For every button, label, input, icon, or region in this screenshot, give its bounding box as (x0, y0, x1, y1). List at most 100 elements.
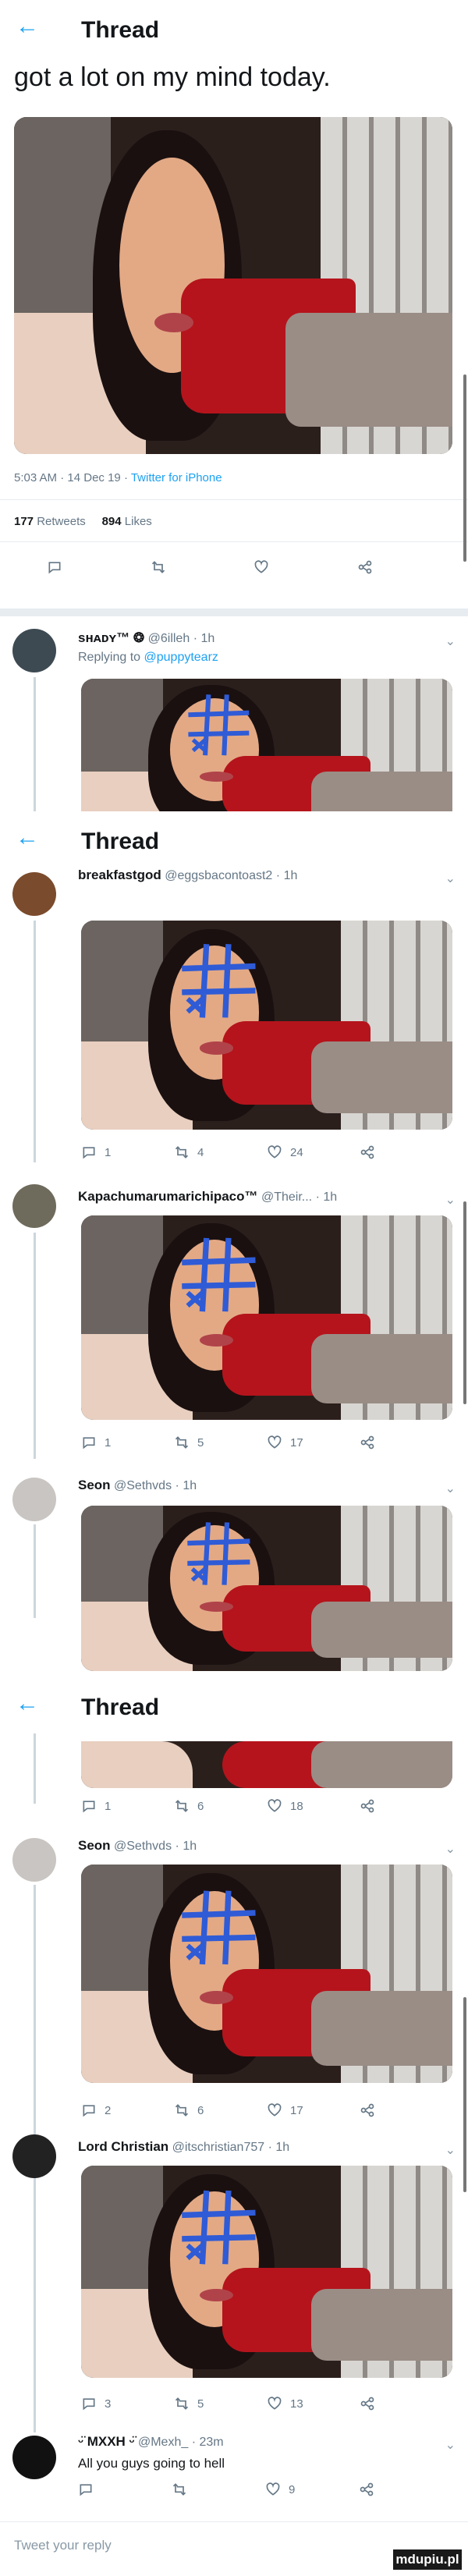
author-name[interactable]: Seon (78, 1838, 111, 1853)
retweet-icon (175, 1146, 189, 1158)
like-button[interactable]: 13 (267, 2390, 360, 2417)
thread-header: ← Thread (0, 811, 468, 868)
likes-count[interactable]: 894 (102, 515, 122, 528)
retweets-label[interactable]: Retweets (37, 515, 86, 528)
retweet-button[interactable]: 5 (174, 1429, 267, 1456)
retweet-button[interactable]: 6 (174, 2097, 267, 2124)
author-name[interactable]: Lord Christian (78, 2139, 168, 2154)
reply-icon (48, 562, 61, 574)
chevron-down-icon[interactable]: ⌄ (445, 2142, 456, 2158)
avatar[interactable] (12, 1184, 56, 1228)
avatar[interactable] (12, 2436, 56, 2479)
reply-button[interactable]: 1 (81, 1139, 174, 1166)
reply-button[interactable] (47, 554, 151, 580)
retweet-count: 5 (197, 2397, 204, 2411)
author-handle[interactable]: @Mexh_ (138, 2436, 188, 2449)
tweet-time: 5:03 AM (14, 471, 58, 484)
share-icon (360, 2103, 374, 2117)
scrollbar[interactable] (463, 1201, 466, 1404)
main-tweet-actions (47, 554, 460, 580)
author-name[interactable]: Kapachumarumarichipaco™ (78, 1189, 258, 1204)
back-arrow-icon[interactable]: ← (16, 1690, 39, 1718)
reply-time: 1h (183, 1479, 197, 1492)
avatar[interactable] (12, 2134, 56, 2178)
retweet-count: 4 (197, 1145, 204, 1159)
reply-image[interactable] (81, 1865, 452, 2083)
header-title: Thread (81, 1694, 160, 1720)
author-handle[interactable]: @Sethvds (114, 1840, 172, 1853)
like-count: 18 (290, 1799, 303, 1813)
like-button[interactable] (254, 554, 357, 580)
like-button[interactable]: 17 (267, 2097, 360, 2124)
like-icon (268, 1435, 282, 1449)
chevron-down-icon[interactable]: ⌄ (445, 1192, 456, 1208)
like-button[interactable]: 9 (265, 2476, 359, 2503)
reply-header: ᵕ̈ MXXH ᵕ̈ @Mexh_ · 23m (78, 2434, 224, 2449)
thread-header: ← Thread (0, 1677, 468, 1733)
reply-image[interactable] (81, 1741, 452, 1788)
retweet-button[interactable]: 4 (174, 1139, 267, 1166)
scrollbar[interactable] (463, 374, 466, 562)
chevron-down-icon[interactable]: ⌄ (445, 2437, 456, 2453)
retweet-button[interactable] (151, 554, 254, 580)
author-name[interactable]: sʜᴀᴅʏ™ ❂ (78, 630, 144, 645)
back-arrow-icon[interactable]: ← (16, 12, 39, 41)
reply-image[interactable] (81, 1506, 452, 1671)
reply-icon (83, 1801, 95, 1813)
tweet-source-link[interactable]: Twitter for iPhone (131, 471, 222, 484)
avatar[interactable] (12, 1838, 56, 1882)
author-name[interactable]: ᵕ̈ MXXH ᵕ̈ (78, 2434, 135, 2449)
retweets-count[interactable]: 177 (14, 515, 34, 528)
avatar[interactable] (12, 872, 56, 916)
share-button[interactable] (360, 2390, 452, 2417)
reply-image[interactable] (81, 921, 452, 1130)
like-button[interactable]: 24 (267, 1139, 360, 1166)
retweet-button[interactable] (172, 2476, 265, 2503)
chevron-down-icon[interactable]: ⌄ (445, 1481, 456, 1496)
author-handle[interactable]: @eggsbacontoast2 (165, 869, 272, 882)
main-tweet-text: got a lot on my mind today. (14, 62, 331, 92)
share-button[interactable] (359, 2476, 452, 2503)
thread-line (34, 1233, 36, 1459)
replying-to-prefix: Replying to (78, 651, 141, 664)
avatar[interactable] (12, 629, 56, 672)
tweet-reply-input[interactable] (14, 2532, 357, 2560)
chevron-down-icon[interactable]: ⌄ (445, 1841, 456, 1857)
back-arrow-icon[interactable]: ← (16, 824, 39, 852)
share-button[interactable] (357, 554, 461, 580)
author-name[interactable]: breakfastgod (78, 868, 161, 882)
replying-to-handle[interactable]: @puppytearz (144, 651, 218, 664)
reply-button[interactable]: 3 (81, 2390, 174, 2417)
author-handle[interactable]: @6illeh (148, 632, 190, 645)
retweet-button[interactable]: 6 (174, 1793, 267, 1819)
reply-button[interactable]: 1 (81, 1429, 174, 1456)
share-button[interactable] (360, 2097, 452, 2124)
chevron-down-icon[interactable]: ⌄ (445, 633, 456, 649)
main-tweet-image[interactable] (14, 117, 452, 454)
retweet-button[interactable]: 5 (174, 2390, 267, 2417)
share-button[interactable] (360, 1139, 452, 1166)
reply-button[interactable]: 2 (81, 2097, 174, 2124)
thread-line (34, 2183, 36, 2432)
retweet-icon (175, 1800, 189, 1812)
share-button[interactable] (360, 1429, 452, 1456)
likes-label[interactable]: Likes (125, 515, 152, 528)
reply-icon (80, 2484, 92, 2496)
reply-count: 3 (105, 2397, 112, 2411)
author-handle[interactable]: @Sethvds (114, 1479, 172, 1492)
retweet-count: 5 (197, 1435, 204, 1449)
share-button[interactable] (360, 1793, 452, 1819)
reply-button[interactable]: 1 (81, 1793, 174, 1819)
reply-image[interactable] (81, 1215, 452, 1420)
avatar[interactable] (12, 1478, 56, 1521)
author-name[interactable]: Seon (78, 1478, 111, 1492)
author-handle[interactable]: @itschristian757 (172, 2141, 265, 2154)
like-button[interactable]: 17 (267, 1429, 360, 1456)
like-button[interactable]: 18 (267, 1793, 360, 1819)
like-icon (254, 560, 268, 573)
reply-image[interactable] (81, 2166, 452, 2378)
chevron-down-icon[interactable]: ⌄ (445, 871, 456, 886)
scrollbar[interactable] (463, 1997, 466, 2192)
reply-button[interactable] (78, 2476, 172, 2503)
author-handle[interactable]: @Their... (261, 1190, 312, 1204)
